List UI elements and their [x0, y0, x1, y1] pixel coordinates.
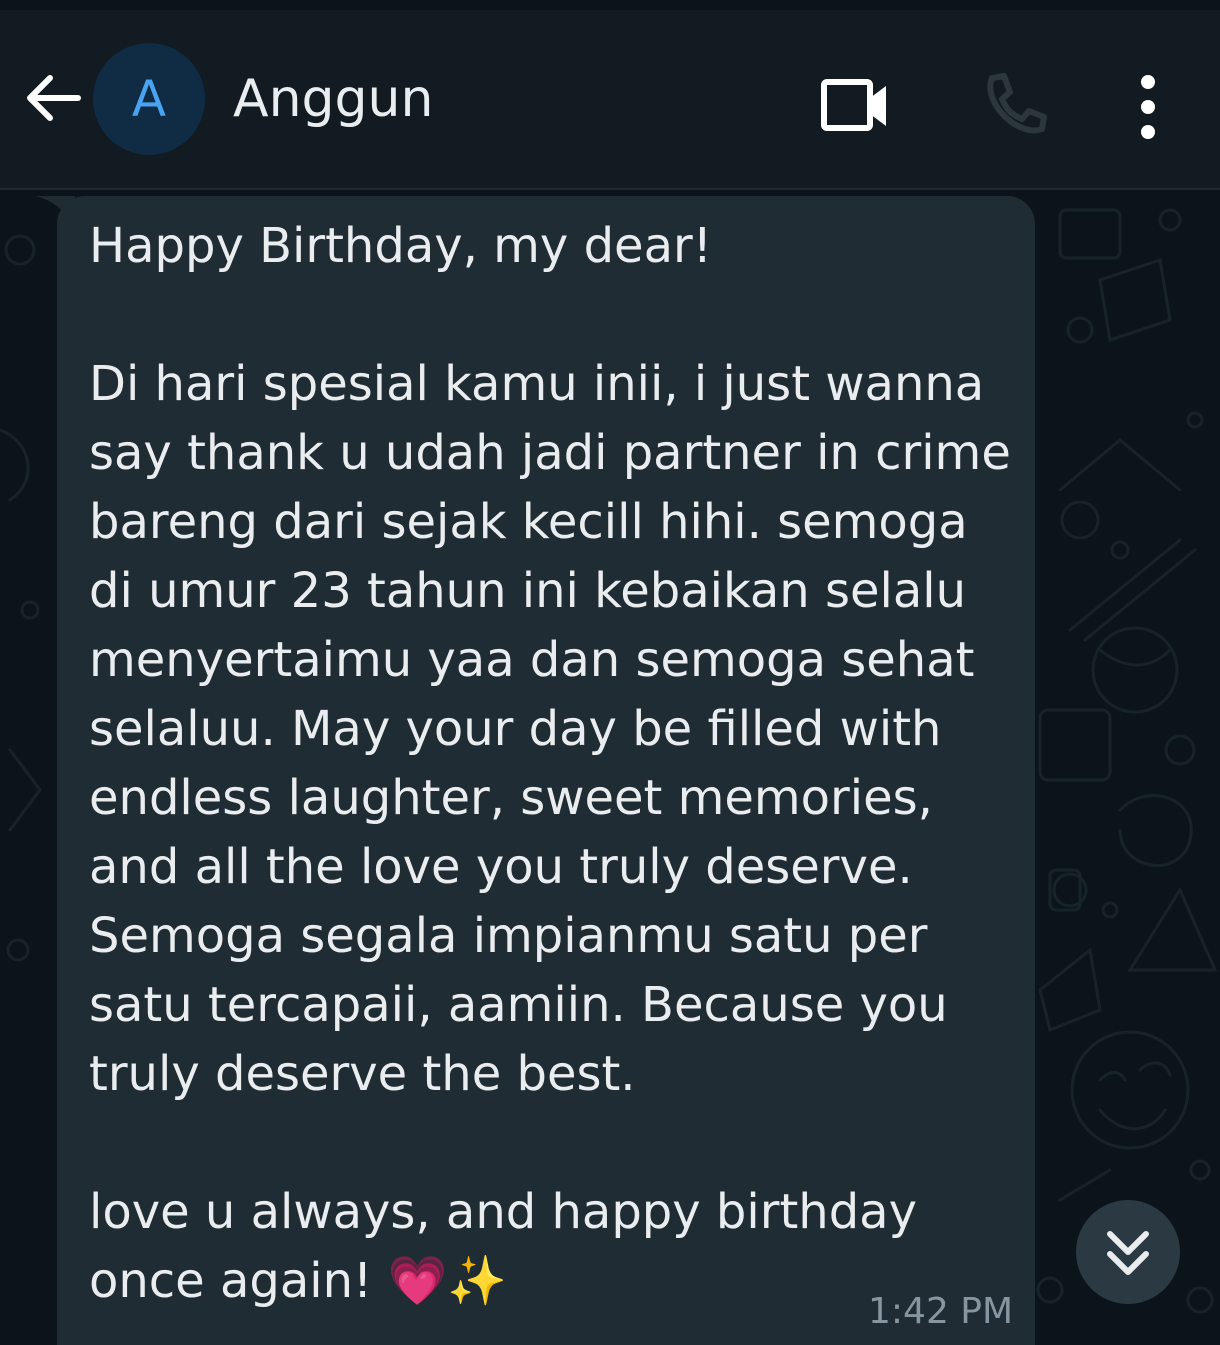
more-vertical-icon[interactable] — [1130, 70, 1166, 150]
phone-icon[interactable] — [978, 72, 1048, 142]
double-chevron-down-icon — [1107, 1231, 1149, 1275]
arrow-back-icon[interactable] — [20, 70, 84, 126]
videocam-icon[interactable] — [820, 74, 892, 138]
chat-header: A Anggun — [0, 10, 1220, 188]
avatar[interactable]: A — [93, 43, 205, 155]
status-strip — [0, 0, 1220, 10]
contact-name[interactable]: Anggun — [233, 65, 433, 133]
message-time: 1:42 PM — [868, 1291, 1014, 1332]
message-text: Happy Birthday, my dear! Di hari spesial… — [89, 218, 1011, 1309]
scroll-to-bottom-button[interactable] — [1076, 1200, 1180, 1304]
